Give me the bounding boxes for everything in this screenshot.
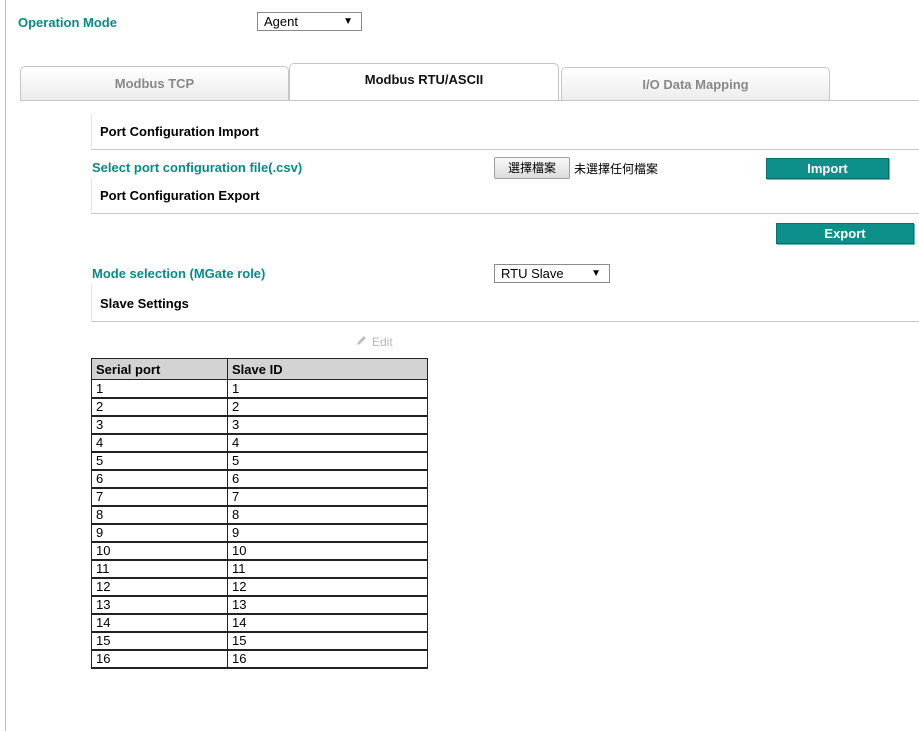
serial-port-cell: 6 bbox=[91, 469, 228, 489]
serial-port-cell: 15 bbox=[91, 631, 228, 651]
slave-id-cell: 13 bbox=[227, 595, 428, 615]
serial-port-cell: 1 bbox=[91, 379, 228, 399]
column-header-serial-port: Serial port bbox=[91, 358, 228, 380]
slave-id-table: Serial port Slave ID 1122334455667788991… bbox=[91, 358, 428, 669]
mode-selection-select[interactable]: RTU Slave ▼ bbox=[494, 264, 610, 283]
serial-port-cell: 4 bbox=[91, 433, 228, 453]
slave-id-cell: 3 bbox=[227, 415, 428, 435]
table-row[interactable]: 12 12 bbox=[91, 577, 428, 597]
slave-id-cell: 10 bbox=[227, 541, 428, 561]
pencil-icon bbox=[356, 334, 368, 349]
slave-id-cell: 16 bbox=[227, 649, 428, 669]
table-row[interactable]: 77 bbox=[91, 487, 428, 507]
slave-id-cell: 12 bbox=[227, 577, 428, 597]
serial-port-cell: 2 bbox=[91, 397, 228, 417]
tab-modbus-tcp[interactable]: Modbus TCP bbox=[20, 66, 289, 100]
edit-label: Edit bbox=[372, 335, 393, 349]
slave-id-cell: 2 bbox=[227, 397, 428, 417]
table-row[interactable]: 44 bbox=[91, 433, 428, 453]
serial-port-cell: 10 bbox=[91, 541, 228, 561]
table-row[interactable]: 11 11 bbox=[91, 559, 428, 579]
edit-button[interactable]: Edit bbox=[356, 334, 393, 349]
table-row[interactable]: 33 bbox=[91, 415, 428, 435]
slave-id-cell: 5 bbox=[227, 451, 428, 471]
table-row[interactable]: 22 bbox=[91, 397, 428, 417]
section-slave-settings: Slave Settings bbox=[91, 286, 919, 322]
section-port-config-import: Port Configuration Import bbox=[91, 114, 919, 150]
table-row[interactable]: 99 bbox=[91, 523, 428, 543]
tab-label: Modbus TCP bbox=[114, 76, 195, 91]
serial-port-cell: 7 bbox=[91, 487, 228, 507]
table-row[interactable]: 55 bbox=[91, 451, 428, 471]
section-title: Slave Settings bbox=[100, 296, 189, 311]
import-button[interactable]: Import bbox=[766, 158, 889, 179]
dropdown-arrow-icon: ▼ bbox=[591, 268, 601, 279]
section-title: Port Configuration Import bbox=[100, 124, 259, 139]
tab-io-data-mapping[interactable]: I/O Data Mapping bbox=[561, 67, 830, 101]
serial-port-cell: 13 bbox=[91, 595, 228, 615]
serial-port-cell: 5 bbox=[91, 451, 228, 471]
dropdown-arrow-icon: ▼ bbox=[343, 16, 353, 27]
table-header-row: Serial port Slave ID bbox=[91, 358, 428, 380]
slave-id-cell: 9 bbox=[227, 523, 428, 543]
table-row[interactable]: 10 10 bbox=[91, 541, 428, 561]
serial-port-cell: 11 bbox=[91, 559, 228, 579]
slave-id-cell: 4 bbox=[227, 433, 428, 453]
column-header-slave-id: Slave ID bbox=[227, 358, 428, 380]
table-body: 1 1 2 2 3 3 4 4 5 5 6 6 7 7 8 8 9 9 10 10 11 11 12 12 13 13 14 14 15… bbox=[91, 379, 428, 669]
slave-id-cell: 7 bbox=[227, 487, 428, 507]
slave-id-cell: 11 bbox=[227, 559, 428, 579]
slave-id-cell: 14 bbox=[227, 613, 428, 633]
tab-modbus-rtu-ascii[interactable]: Modbus RTU/ASCII bbox=[289, 63, 559, 100]
export-button[interactable]: Export bbox=[776, 223, 914, 244]
slave-id-cell: 6 bbox=[227, 469, 428, 489]
select-file-label: Select port configuration file(.csv) bbox=[92, 160, 303, 175]
table-row[interactable]: 16 16 bbox=[91, 649, 428, 669]
mode-selection-value: RTU Slave bbox=[501, 266, 564, 281]
operation-mode-label: Operation Mode bbox=[18, 15, 117, 30]
slave-id-cell: 8 bbox=[227, 505, 428, 525]
operation-mode-select[interactable]: Agent ▼ bbox=[257, 12, 362, 31]
choose-file-button[interactable]: 選擇檔案 bbox=[494, 157, 570, 179]
table-row[interactable]: 11 bbox=[91, 379, 428, 399]
tab-divider bbox=[20, 100, 919, 101]
serial-port-cell: 16 bbox=[91, 649, 228, 669]
serial-port-cell: 12 bbox=[91, 577, 228, 597]
serial-port-cell: 8 bbox=[91, 505, 228, 525]
serial-port-cell: 9 bbox=[91, 523, 228, 543]
operation-mode-value: Agent bbox=[264, 14, 298, 29]
table-row[interactable]: 66 bbox=[91, 469, 428, 489]
tab-label: Modbus RTU/ASCII bbox=[364, 72, 484, 87]
file-status-text: 未選擇任何檔案 bbox=[574, 162, 659, 176]
serial-port-cell: 3 bbox=[91, 415, 228, 435]
table-row[interactable]: 13 13 bbox=[91, 595, 428, 615]
section-title: Port Configuration Export bbox=[100, 188, 260, 203]
left-border bbox=[5, 0, 6, 731]
mode-selection-label: Mode selection (MGate role) bbox=[92, 266, 266, 281]
slave-id-cell: 15 bbox=[227, 631, 428, 651]
table-row[interactable]: 14 14 bbox=[91, 613, 428, 633]
section-port-config-export: Port Configuration Export bbox=[91, 178, 919, 214]
table-row[interactable]: 88 bbox=[91, 505, 428, 525]
table-row[interactable]: 15 15 bbox=[91, 631, 428, 651]
tab-label: I/O Data Mapping bbox=[642, 77, 749, 92]
slave-id-cell: 1 bbox=[227, 379, 428, 399]
serial-port-cell: 14 bbox=[91, 613, 228, 633]
